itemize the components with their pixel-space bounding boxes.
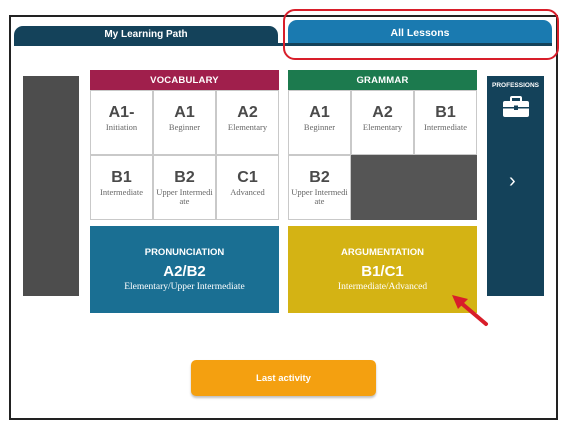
vocabulary-cell-c1[interactable]: C1 Advanced <box>216 155 279 220</box>
cell-desc: Intermediate <box>424 122 467 132</box>
cell-level: B2 <box>174 169 195 186</box>
argumentation-level: B1/C1 <box>361 263 404 280</box>
cell-level: A1 <box>309 104 330 121</box>
chevron-right-icon[interactable]: › <box>509 171 516 191</box>
cell-desc: Advanced <box>230 187 265 197</box>
cell-desc: Beginner <box>303 122 336 132</box>
professions-title: PROFESSIONS <box>492 82 539 89</box>
tab-strip <box>14 43 552 46</box>
vocabulary-cell-b1[interactable]: B1 Intermediate <box>90 155 153 220</box>
cell-level: A2 <box>372 104 393 121</box>
grammar-cell-b1[interactable]: B1 Intermediate <box>414 90 477 155</box>
pronunciation-title: PRONUNCIATION <box>144 247 225 258</box>
cell-level: B2 <box>309 169 330 186</box>
vocabulary-header: VOCABULARY <box>90 70 279 90</box>
cell-level: B1 <box>435 104 456 121</box>
pronunciation-desc: Elementary/Upper Intermediate <box>124 282 245 292</box>
cell-desc: Elementary <box>362 122 403 132</box>
cell-level: A2 <box>237 104 258 121</box>
tab-my-learning-path[interactable]: My Learning Path <box>14 26 278 43</box>
carousel-prev-panel[interactable] <box>23 76 79 296</box>
professions-panel[interactable]: PROFESSIONS › <box>487 76 544 296</box>
cell-desc: Upper Intermedi ate <box>156 187 213 206</box>
cell-desc: Elementary <box>227 122 268 132</box>
argumentation-title: ARGUMENTATION <box>340 247 425 258</box>
cell-desc: Upper Intermedi ate <box>291 187 348 206</box>
cell-level: A1- <box>108 104 135 121</box>
briefcase-icon <box>503 96 529 117</box>
cell-level: C1 <box>237 169 258 186</box>
vocabulary-cell-b2[interactable]: B2 Upper Intermedi ate <box>153 155 216 220</box>
cell-level: B1 <box>111 169 132 186</box>
grammar-empty-area <box>351 155 477 220</box>
cell-desc: Beginner <box>168 122 201 132</box>
tab-all-lessons[interactable]: All Lessons <box>288 20 552 45</box>
cell-desc: Intermediate <box>100 187 143 197</box>
cell-level: A1 <box>174 104 195 121</box>
cell-desc: Initiation <box>105 122 138 132</box>
last-activity-button[interactable]: Last activity <box>191 360 376 396</box>
grammar-cell-b2[interactable]: B2 Upper Intermedi ate <box>288 155 351 220</box>
vocabulary-cell-a2[interactable]: A2 Elementary <box>216 90 279 155</box>
grammar-cell-a1[interactable]: A1 Beginner <box>288 90 351 155</box>
vocabulary-cell-a1-initiation[interactable]: A1- Initiation <box>90 90 153 155</box>
grammar-cell-a2[interactable]: A2 Elementary <box>351 90 414 155</box>
vocabulary-cell-a1-beginner[interactable]: A1 Beginner <box>153 90 216 155</box>
pronunciation-card[interactable]: PRONUNCIATION A2/B2 Elementary/Upper Int… <box>90 226 279 313</box>
grammar-header: GRAMMAR <box>288 70 477 90</box>
annotation-arrow-icon <box>452 295 488 326</box>
pronunciation-level: A2/B2 <box>163 263 206 280</box>
